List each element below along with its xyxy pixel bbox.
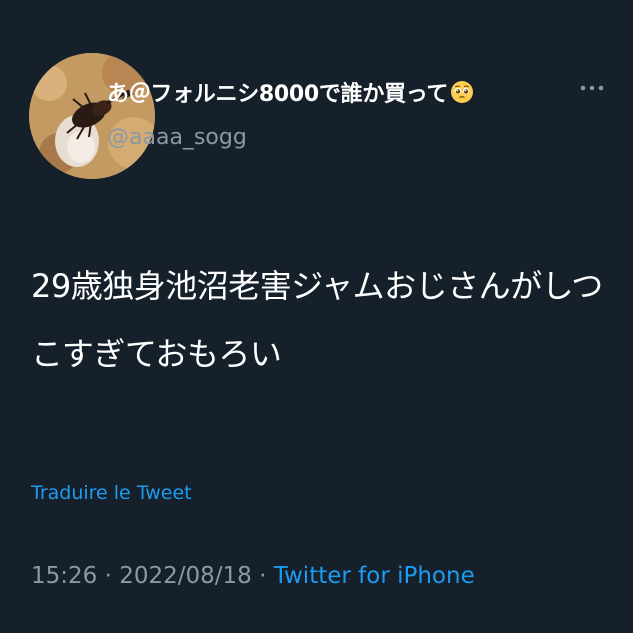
display-name[interactable]: あ＠フォルニシ8000で誰か買って (107, 76, 474, 108)
tweet-card: あ＠フォルニシ8000で誰か買って @aaaa_sogg 29歳独身池沼老害ジャ… (0, 0, 633, 633)
meta-separator: · (104, 563, 112, 589)
meta-separator: · (259, 563, 267, 589)
translate-tweet-link[interactable]: Traduire le Tweet (31, 482, 192, 504)
tweet-metadata: 15:26 · 2022/08/18 · Twitter for iPhone (31, 563, 475, 589)
pleading-face-emoji (451, 81, 474, 103)
more-options-icon[interactable] (578, 76, 606, 100)
tweet-text: 29歳独身池沼老害ジャムおじさんがしつこすぎておもろい (31, 267, 603, 373)
avatar[interactable] (29, 53, 155, 179)
tweet-source-link[interactable]: Twitter for iPhone (274, 563, 475, 589)
beetle-avatar-icon (29, 53, 155, 179)
display-name-text: あ＠フォルニシ8000で誰か買って (107, 82, 449, 107)
tweet-date[interactable]: 2022/08/18 (119, 563, 252, 589)
tweet-time[interactable]: 15:26 (31, 563, 97, 589)
user-handle[interactable]: @aaaa_sogg (107, 125, 247, 150)
